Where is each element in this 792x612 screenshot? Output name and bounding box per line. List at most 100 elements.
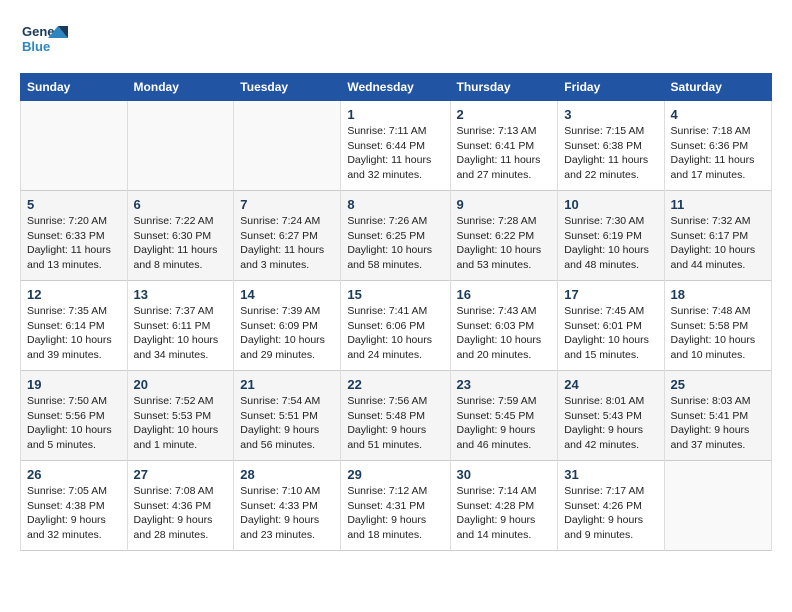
day-number: 11	[671, 197, 765, 212]
calendar-cell: 23 Sunrise: 7:59 AM Sunset: 5:45 PM Dayli…	[450, 371, 558, 461]
calendar-cell: 25 Sunrise: 8:03 AM Sunset: 5:41 PM Dayli…	[664, 371, 771, 461]
calendar-cell: 10 Sunrise: 7:30 AM Sunset: 6:19 PM Dayli…	[558, 191, 664, 281]
calendar-cell: 3 Sunrise: 7:15 AM Sunset: 6:38 PM Daylig…	[558, 101, 664, 191]
day-info: Sunrise: 7:43 AM Sunset: 6:03 PM Dayligh…	[457, 304, 552, 363]
day-number: 25	[671, 377, 765, 392]
calendar-cell: 12 Sunrise: 7:35 AM Sunset: 6:14 PM Dayli…	[21, 281, 128, 371]
day-number: 26	[27, 467, 121, 482]
calendar-cell: 28Sunrise: 7:10 AM Sunset: 4:33 PM Dayli…	[234, 461, 341, 551]
calendar-cell: 6Sunrise: 7:22 AM Sunset: 6:30 PM Daylig…	[127, 191, 234, 281]
col-header-monday: Monday	[127, 74, 234, 101]
calendar-cell: 8Sunrise: 7:26 AM Sunset: 6:25 PM Daylig…	[341, 191, 450, 281]
day-number: 10	[564, 197, 657, 212]
day-info: Sunrise: 7:41 AM Sunset: 6:06 PM Dayligh…	[347, 304, 443, 363]
day-info: Sunrise: 7:13 AM Sunset: 6:41 PM Dayligh…	[457, 124, 552, 183]
day-info: Sunrise: 7:35 AM Sunset: 6:14 PM Dayligh…	[27, 304, 121, 363]
day-info: Sunrise: 7:59 AM Sunset: 5:45 PM Dayligh…	[457, 394, 552, 453]
col-header-friday: Friday	[558, 74, 664, 101]
day-info: Sunrise: 7:32 AM Sunset: 6:17 PM Dayligh…	[671, 214, 765, 273]
col-header-wednesday: Wednesday	[341, 74, 450, 101]
header: General Blue	[20, 18, 772, 67]
calendar-cell: 26 Sunrise: 7:05 AM Sunset: 4:38 PM Dayli…	[21, 461, 128, 551]
day-number: 2	[457, 107, 552, 122]
calendar-cell: 5 Sunrise: 7:20 AM Sunset: 6:33 PM Daylig…	[21, 191, 128, 281]
calendar-week-row: 26 Sunrise: 7:05 AM Sunset: 4:38 PM Dayli…	[21, 461, 772, 551]
day-info: Sunrise: 7:26 AM Sunset: 6:25 PM Dayligh…	[347, 214, 443, 273]
day-number: 19	[27, 377, 121, 392]
calendar-week-row: 12 Sunrise: 7:35 AM Sunset: 6:14 PM Dayli…	[21, 281, 772, 371]
day-info: Sunrise: 8:01 AM Sunset: 5:43 PM Dayligh…	[564, 394, 657, 453]
col-header-saturday: Saturday	[664, 74, 771, 101]
day-number: 17	[564, 287, 657, 302]
page: General Blue SundayMondayTuesdayWednesda…	[0, 0, 792, 569]
calendar-table: SundayMondayTuesdayWednesdayThursdayFrid…	[20, 73, 772, 551]
calendar-header-row: SundayMondayTuesdayWednesdayThursdayFrid…	[21, 74, 772, 101]
calendar-cell: 4Sunrise: 7:18 AM Sunset: 6:36 PM Daylig…	[664, 101, 771, 191]
day-info: Sunrise: 7:28 AM Sunset: 6:22 PM Dayligh…	[457, 214, 552, 273]
calendar-week-row: 19 Sunrise: 7:50 AM Sunset: 5:56 PM Dayli…	[21, 371, 772, 461]
day-number: 23	[457, 377, 552, 392]
calendar-cell	[21, 101, 128, 191]
day-number: 22	[347, 377, 443, 392]
logo: General Blue	[20, 18, 68, 67]
day-info: Sunrise: 7:37 AM Sunset: 6:11 PM Dayligh…	[134, 304, 228, 363]
day-number: 27	[134, 467, 228, 482]
col-header-sunday: Sunday	[21, 74, 128, 101]
calendar-cell	[234, 101, 341, 191]
calendar-week-row: 1 Sunrise: 7:11 AM Sunset: 6:44 PM Daylig…	[21, 101, 772, 191]
calendar-cell	[664, 461, 771, 551]
day-number: 16	[457, 287, 552, 302]
day-number: 20	[134, 377, 228, 392]
calendar-cell: 18 Sunrise: 7:48 AM Sunset: 5:58 PM Dayli…	[664, 281, 771, 371]
day-info: Sunrise: 7:10 AM Sunset: 4:33 PM Dayligh…	[240, 484, 334, 543]
day-number: 13	[134, 287, 228, 302]
calendar-cell: 20 Sunrise: 7:52 AM Sunset: 5:53 PM Dayli…	[127, 371, 234, 461]
day-info: Sunrise: 7:17 AM Sunset: 4:26 PM Dayligh…	[564, 484, 657, 543]
day-info: Sunrise: 7:56 AM Sunset: 5:48 PM Dayligh…	[347, 394, 443, 453]
calendar-cell: 15 Sunrise: 7:41 AM Sunset: 6:06 PM Dayli…	[341, 281, 450, 371]
calendar-cell: 1 Sunrise: 7:11 AM Sunset: 6:44 PM Daylig…	[341, 101, 450, 191]
day-info: Sunrise: 7:39 AM Sunset: 6:09 PM Dayligh…	[240, 304, 334, 363]
day-number: 3	[564, 107, 657, 122]
day-info: Sunrise: 7:30 AM Sunset: 6:19 PM Dayligh…	[564, 214, 657, 273]
day-info: Sunrise: 7:20 AM Sunset: 6:33 PM Dayligh…	[27, 214, 121, 273]
day-number: 15	[347, 287, 443, 302]
calendar-cell: 21 Sunrise: 7:54 AM Sunset: 5:51 PM Dayli…	[234, 371, 341, 461]
calendar-cell: 13 Sunrise: 7:37 AM Sunset: 6:11 PM Dayli…	[127, 281, 234, 371]
calendar-cell: 14 Sunrise: 7:39 AM Sunset: 6:09 PM Dayli…	[234, 281, 341, 371]
calendar-cell: 2 Sunrise: 7:13 AM Sunset: 6:41 PM Daylig…	[450, 101, 558, 191]
day-number: 31	[564, 467, 657, 482]
day-info: Sunrise: 7:08 AM Sunset: 4:36 PM Dayligh…	[134, 484, 228, 543]
day-info: Sunrise: 7:50 AM Sunset: 5:56 PM Dayligh…	[27, 394, 121, 453]
day-info: Sunrise: 7:52 AM Sunset: 5:53 PM Dayligh…	[134, 394, 228, 453]
day-info: Sunrise: 7:48 AM Sunset: 5:58 PM Dayligh…	[671, 304, 765, 363]
day-number: 1	[347, 107, 443, 122]
day-number: 21	[240, 377, 334, 392]
day-info: Sunrise: 7:14 AM Sunset: 4:28 PM Dayligh…	[457, 484, 552, 543]
calendar-cell: 9 Sunrise: 7:28 AM Sunset: 6:22 PM Daylig…	[450, 191, 558, 281]
day-info: Sunrise: 7:54 AM Sunset: 5:51 PM Dayligh…	[240, 394, 334, 453]
day-info: Sunrise: 7:45 AM Sunset: 6:01 PM Dayligh…	[564, 304, 657, 363]
day-number: 12	[27, 287, 121, 302]
day-info: Sunrise: 7:11 AM Sunset: 6:44 PM Dayligh…	[347, 124, 443, 183]
day-number: 14	[240, 287, 334, 302]
day-number: 24	[564, 377, 657, 392]
day-number: 9	[457, 197, 552, 212]
day-number: 18	[671, 287, 765, 302]
calendar-cell: 19 Sunrise: 7:50 AM Sunset: 5:56 PM Dayli…	[21, 371, 128, 461]
calendar-cell: 31 Sunrise: 7:17 AM Sunset: 4:26 PM Dayli…	[558, 461, 664, 551]
col-header-thursday: Thursday	[450, 74, 558, 101]
day-number: 7	[240, 197, 334, 212]
day-number: 29	[347, 467, 443, 482]
svg-text:Blue: Blue	[22, 39, 50, 54]
day-info: Sunrise: 8:03 AM Sunset: 5:41 PM Dayligh…	[671, 394, 765, 453]
day-info: Sunrise: 7:15 AM Sunset: 6:38 PM Dayligh…	[564, 124, 657, 183]
day-info: Sunrise: 7:24 AM Sunset: 6:27 PM Dayligh…	[240, 214, 334, 273]
calendar-cell: 16 Sunrise: 7:43 AM Sunset: 6:03 PM Dayli…	[450, 281, 558, 371]
day-number: 30	[457, 467, 552, 482]
calendar-cell: 11 Sunrise: 7:32 AM Sunset: 6:17 PM Dayli…	[664, 191, 771, 281]
calendar-cell: 29Sunrise: 7:12 AM Sunset: 4:31 PM Dayli…	[341, 461, 450, 551]
calendar-cell: 7 Sunrise: 7:24 AM Sunset: 6:27 PM Daylig…	[234, 191, 341, 281]
day-info: Sunrise: 7:05 AM Sunset: 4:38 PM Dayligh…	[27, 484, 121, 543]
day-number: 5	[27, 197, 121, 212]
